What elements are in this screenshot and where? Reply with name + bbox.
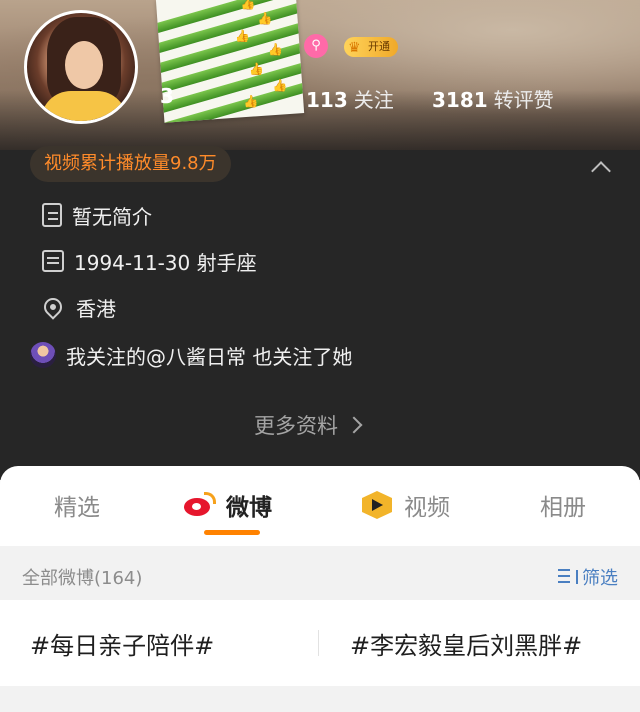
- bio-row: 暂无简介: [40, 200, 152, 230]
- topic-tag[interactable]: #李宏毅皇后刘黑胖#: [350, 626, 582, 661]
- sticker-overlay: 👍 👍 👍 👍 👍 👍 👍: [155, 0, 305, 123]
- stat-interactions[interactable]: 3181 转评赞: [432, 84, 554, 113]
- video-play-icon: [360, 491, 394, 519]
- profile-info-panel: 视频累计播放量9.8万 暂无简介 1994-11-30 射手座 香港 我关注的@…: [0, 146, 640, 480]
- tab-video[interactable]: 视频: [360, 488, 450, 522]
- weibo-logo-icon: [184, 492, 216, 518]
- sort-filter-icon: [558, 568, 578, 586]
- play-count-badge: 视频累计播放量9.8万: [30, 146, 231, 182]
- location-row: 香港: [40, 292, 116, 322]
- more-info-link[interactable]: 更多资料: [254, 410, 363, 440]
- stat-following[interactable]: 113 关注: [306, 84, 394, 113]
- active-tab-indicator: [204, 530, 260, 535]
- tab-featured[interactable]: 精选: [54, 488, 100, 522]
- filter-button[interactable]: 筛选: [558, 564, 618, 590]
- chevron-right-icon: [345, 416, 363, 434]
- crown-icon: ♛: [348, 40, 361, 56]
- document-icon: [42, 203, 62, 227]
- stat-followers[interactable]: 3: [160, 84, 174, 108]
- search-badge-icon[interactable]: ⚲: [304, 34, 328, 58]
- tab-album[interactable]: 相册: [540, 488, 586, 522]
- vip-open-badge[interactable]: ♛ 开通: [344, 37, 398, 57]
- topic-tag[interactable]: #每日亲子陪伴#: [30, 626, 214, 661]
- calendar-icon: [42, 250, 64, 272]
- profile-avatar[interactable]: [24, 10, 138, 124]
- collapse-chevron-up-icon[interactable]: [590, 156, 612, 178]
- tab-weibo[interactable]: 微博: [184, 488, 272, 522]
- divider: [318, 630, 319, 656]
- topic-cards: #每日亲子陪伴# #李宏毅皇后刘黑胖#: [0, 600, 640, 686]
- profile-tabs: 精选 微博 视频 相册: [0, 466, 640, 546]
- mutual-follow-row[interactable]: 我关注的@八酱日常 也关注了她: [30, 340, 352, 370]
- weibo-count-label: 全部微博(164): [22, 568, 143, 589]
- location-pin-icon: [40, 294, 66, 320]
- birthday-row: 1994-11-30 射手座: [40, 246, 257, 276]
- mutual-avatar-icon: [30, 342, 56, 368]
- filter-bar: 全部微博(164) 筛选: [0, 546, 640, 600]
